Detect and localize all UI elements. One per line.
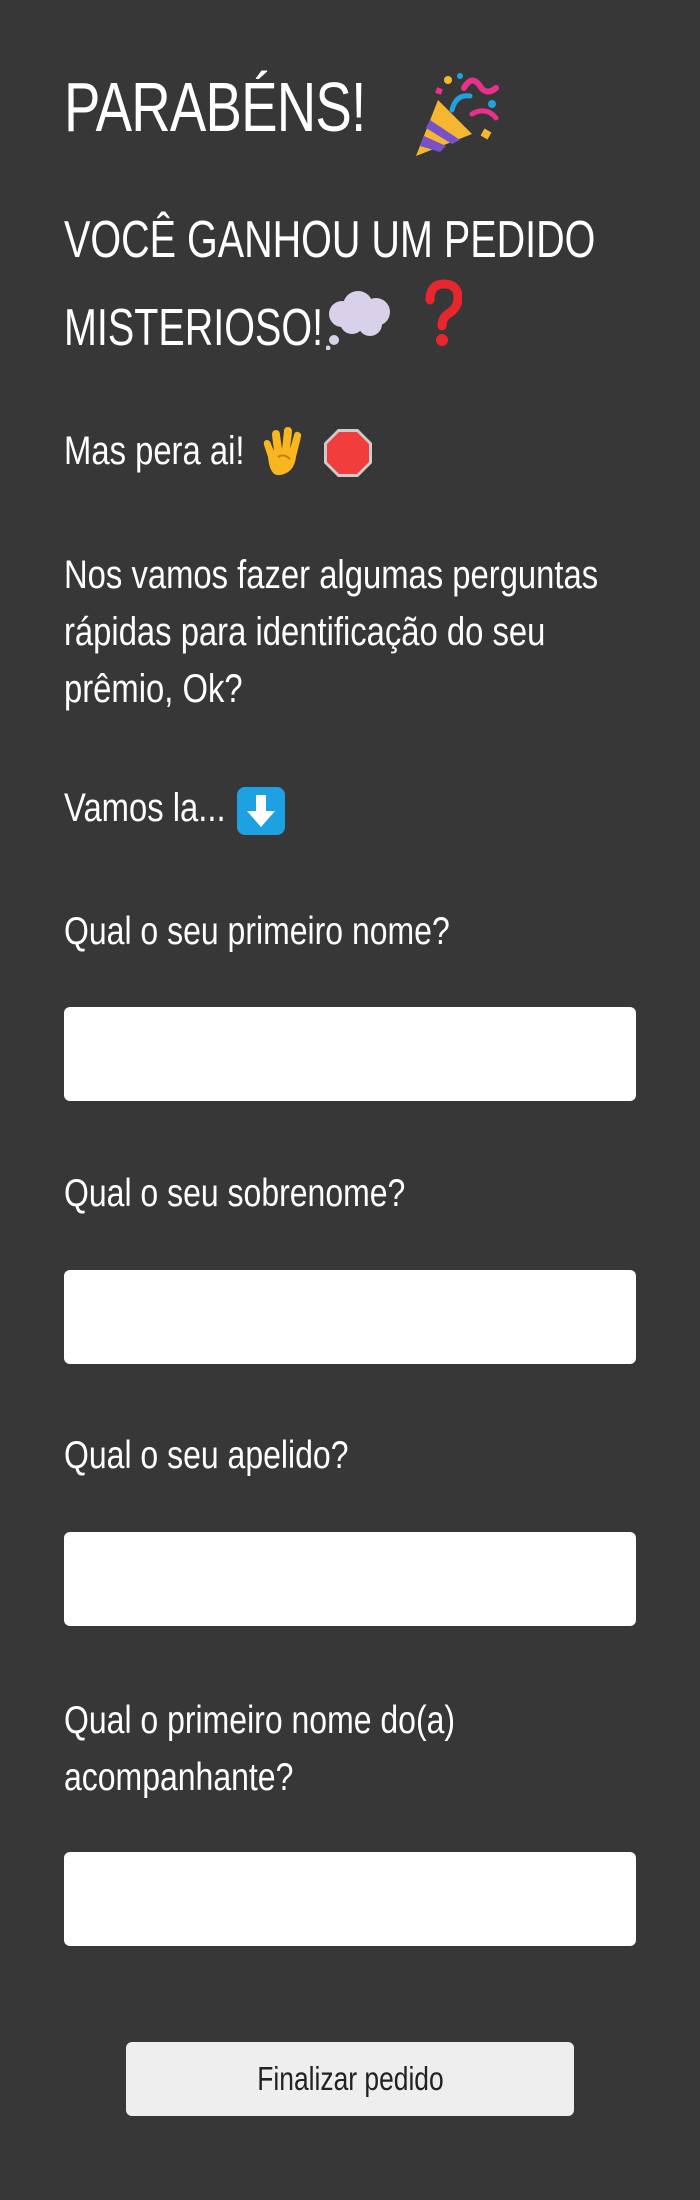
last-name-input[interactable] — [64, 1270, 636, 1364]
page-title: PARABÉNS! — [64, 68, 366, 146]
last-name-label: Qual o seu sobrenome? — [64, 1172, 406, 1215]
title-row: PARABÉNS! — [64, 62, 636, 156]
stop-sign-icon — [322, 427, 374, 479]
nickname-label: Qual o seu apelido? — [64, 1434, 349, 1477]
companion-label: Qual o primeiro nome do(a) acompanhante? — [64, 1699, 456, 1799]
first-name-label: Qual o seu primeiro nome? — [64, 910, 450, 953]
finish-order-label: Finalizar pedido — [256, 2060, 444, 2097]
companion-input[interactable] — [64, 1852, 636, 1946]
first-name-input[interactable] — [64, 1007, 636, 1101]
raised-hand-icon — [256, 427, 306, 479]
subtitle-block: VOCÊ GANHOU UM PEDIDO MISTERIOSO! — [64, 196, 636, 372]
down-arrow-icon — [236, 786, 286, 836]
thought-balloon-icon — [326, 290, 396, 350]
lets-go-text: Vamos la... — [64, 786, 226, 830]
finish-order-button[interactable]: Finalizar pedido — [126, 2042, 574, 2116]
explanation-text: Nos vamos fazer algumas perguntas rápida… — [64, 553, 599, 711]
party-popper-icon — [410, 70, 502, 162]
lets-go-row: Vamos la... — [64, 780, 636, 840]
nickname-input[interactable] — [64, 1532, 636, 1626]
wait-row: Mas pera ai! — [64, 423, 636, 483]
question-mark-icon — [422, 278, 462, 348]
